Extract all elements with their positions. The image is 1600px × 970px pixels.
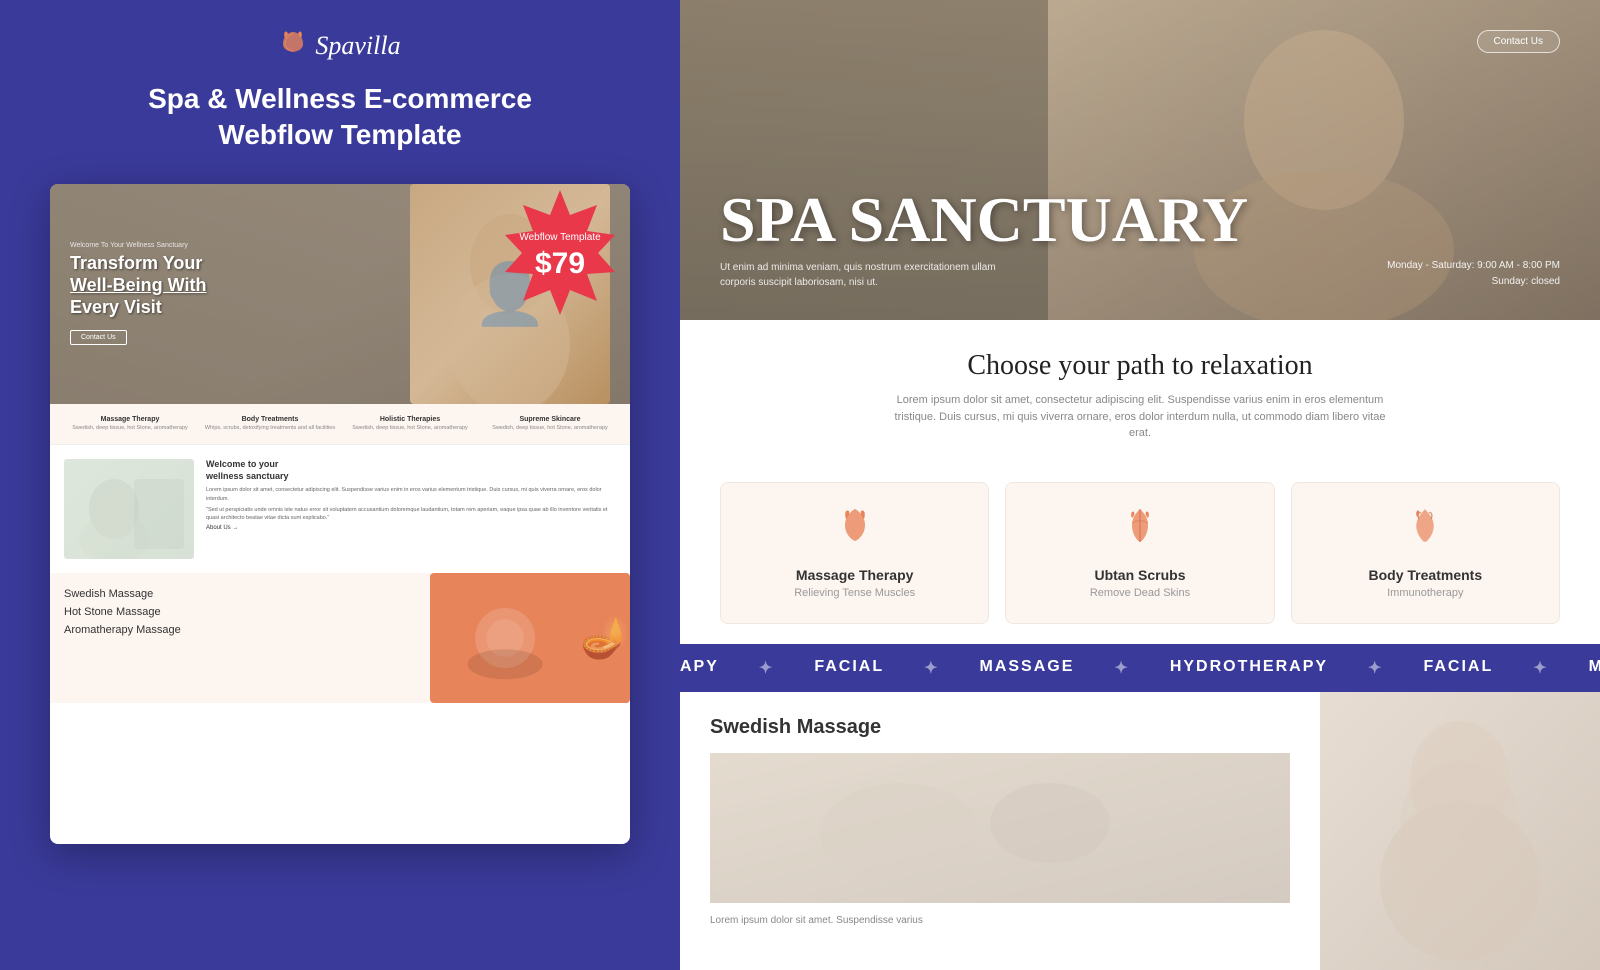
- right-bottom-left: Swedish Massage Lorem ipsum dolor sit am…: [680, 692, 1320, 970]
- logo-area: Spavilla: [279, 30, 400, 61]
- tagline-line2: Webflow Template: [218, 119, 461, 150]
- right-relaxation-description: Lorem ipsum dolor sit amet, consectetur …: [890, 392, 1390, 442]
- mini-service-skincare: Supreme Skincare Swedish, deep tissue, h…: [480, 416, 620, 432]
- mini-about-para2: "Sed ut perspiciatis unde omnis iste nat…: [206, 506, 616, 523]
- svg-text:$79: $79: [535, 247, 585, 280]
- marquee-item-1: APY: [680, 658, 719, 678]
- service-card-massage: Massage Therapy Relieving Tense Muscles: [720, 482, 989, 624]
- marquee-item-3: MASSAGE: [980, 658, 1075, 678]
- right-panel: SPA SANCTUARY Ut enim ad minima veniam, …: [680, 0, 1600, 970]
- tagline: Spa & Wellness E-commerce Webflow Templa…: [148, 81, 532, 154]
- price-badge: Webflow Template $79: [490, 185, 630, 325]
- ubtan-scrubs-icon: [1026, 507, 1253, 555]
- right-contact-button[interactable]: Contact Us: [1477, 30, 1560, 53]
- marquee-dot-3: ✦: [1114, 658, 1129, 678]
- body-treatments-icon: [1312, 507, 1539, 555]
- mini-service-holistic-desc: Swedish, deep tissue, hot Stone, aromath…: [344, 425, 476, 432]
- mini-service-body: Body Treatments Whips, scrubs, detoxifyi…: [200, 416, 340, 432]
- right-bottom-person-image: [1320, 692, 1600, 970]
- right-bottom-right-person: [1320, 692, 1600, 970]
- marquee-content: APY ✦ FACIAL ✦ MASSAGE ✦ HYDROTHERAPY ✦ …: [680, 658, 1600, 678]
- svg-text:Webflow Template: Webflow Template: [519, 232, 601, 243]
- mini-about-title: Welcome to your wellness sanctuary: [206, 459, 616, 482]
- right-hero-description: Ut enim ad minima veniam, quis nostrum e…: [720, 260, 1000, 290]
- mini-about-image: [64, 459, 194, 559]
- mini-massage-list: Swedish Massage Hot Stone Massage Aromat…: [50, 573, 430, 703]
- mini-hero-content: Welcome To Your Wellness Sanctuary Trans…: [50, 222, 227, 365]
- marquee-banner: APY ✦ FACIAL ✦ MASSAGE ✦ HYDROTHERAPY ✦ …: [680, 644, 1600, 692]
- service-card-ubtan-title: Ubtan Scrubs: [1026, 567, 1253, 583]
- service-card-ubtan-subtitle: Remove Dead Skins: [1026, 587, 1253, 599]
- tagline-line1: Spa & Wellness E-commerce: [148, 83, 532, 114]
- mini-service-body-desc: Whips, scrubs, detoxifying treatments an…: [204, 425, 336, 432]
- right-hero-info: Monday - Saturday: 9:00 AM - 8:00 PM Sun…: [1387, 258, 1560, 290]
- right-relaxation-title: Choose your path to relaxation: [720, 350, 1560, 382]
- marquee-item-6: MA: [1589, 658, 1600, 678]
- service-card-body: Body Treatments Immunotherapy: [1291, 482, 1560, 624]
- mini-service-holistic: Holistic Therapies Swedish, deep tissue,…: [340, 416, 480, 432]
- mini-massage-item-1: Swedish Massage: [64, 585, 416, 603]
- service-card-body-title: Body Treatments: [1312, 567, 1539, 583]
- left-panel: Spavilla Spa & Wellness E-commerce Webfl…: [0, 0, 680, 970]
- mini-massage-item-2: Hot Stone Massage: [64, 603, 416, 621]
- mini-service-massage: Massage Therapy Swedish, deep tissue, ho…: [60, 416, 200, 432]
- right-hero-title: SPA SANCTUARY: [720, 188, 1248, 252]
- mini-about-section: Welcome to your wellness sanctuary Lorem…: [50, 445, 630, 573]
- right-hero-hours-2: Sunday: closed: [1387, 274, 1560, 290]
- mini-service-massage-desc: Swedish, deep tissue, hot Stone, aromath…: [64, 425, 196, 432]
- right-hero: SPA SANCTUARY Ut enim ad minima veniam, …: [680, 0, 1600, 320]
- swedish-massage-image: [710, 753, 1290, 903]
- mini-bottom-section: Swedish Massage Hot Stone Massage Aromat…: [50, 573, 630, 703]
- massage-therapy-icon: [741, 507, 968, 555]
- marquee-dot-1: ✦: [759, 658, 774, 678]
- swedish-massage-description: Lorem ipsum dolor sit amet. Suspendisse …: [710, 913, 1290, 928]
- marquee-dot-4: ✦: [1368, 658, 1383, 678]
- mini-about-link[interactable]: About Us →: [206, 525, 616, 531]
- logo-leaf-icon: [279, 30, 307, 61]
- mini-orange-promo-box: [430, 573, 630, 703]
- marquee-dot-2: ✦: [924, 658, 939, 678]
- mini-massage-item-3: Aromatherapy Massage: [64, 621, 416, 639]
- right-hero-hours-1: Monday - Saturday: 9:00 AM - 8:00 PM: [1387, 258, 1560, 274]
- mini-service-massage-name: Massage Therapy: [64, 416, 196, 423]
- right-relaxation-section: Choose your path to relaxation Lorem ips…: [680, 320, 1600, 482]
- mini-service-skincare-desc: Swedish, deep tissue, hot Stone, aromath…: [484, 425, 616, 432]
- marquee-item-5: FACIAL: [1423, 658, 1493, 678]
- mini-about-text: Welcome to your wellness sanctuary Lorem…: [206, 459, 616, 559]
- mini-services-bar: Massage Therapy Swedish, deep tissue, ho…: [50, 404, 630, 445]
- service-card-massage-subtitle: Relieving Tense Muscles: [741, 587, 968, 599]
- mini-contact-button[interactable]: Contact Us: [70, 330, 127, 345]
- mini-about-para1: Lorem ipsum dolor sit amet, consectetur …: [206, 486, 616, 503]
- mini-hero-title: Transform Your Well-Being With Every Vis…: [70, 253, 207, 318]
- service-card-body-subtitle: Immunotherapy: [1312, 587, 1539, 599]
- mini-service-body-name: Body Treatments: [204, 416, 336, 423]
- marquee-item-2: FACIAL: [814, 658, 884, 678]
- mini-service-skincare-name: Supreme Skincare: [484, 416, 616, 423]
- marquee-item-4: HYDROTHERAPY: [1170, 658, 1328, 678]
- right-hero-content: SPA SANCTUARY Ut enim ad minima veniam, …: [720, 188, 1248, 290]
- service-cards-row: Massage Therapy Relieving Tense Muscles …: [680, 482, 1600, 624]
- marquee-dot-5: ✦: [1533, 658, 1548, 678]
- right-bottom-section: Swedish Massage Lorem ipsum dolor sit am…: [680, 692, 1600, 970]
- service-card-massage-title: Massage Therapy: [741, 567, 968, 583]
- service-card-ubtan: Ubtan Scrubs Remove Dead Skins: [1005, 482, 1274, 624]
- mini-hero-subtitle: Welcome To Your Wellness Sanctuary: [70, 242, 207, 249]
- mini-service-holistic-name: Holistic Therapies: [344, 416, 476, 423]
- swedish-massage-title: Swedish Massage: [710, 716, 1290, 739]
- logo-text: Spavilla: [315, 31, 400, 61]
